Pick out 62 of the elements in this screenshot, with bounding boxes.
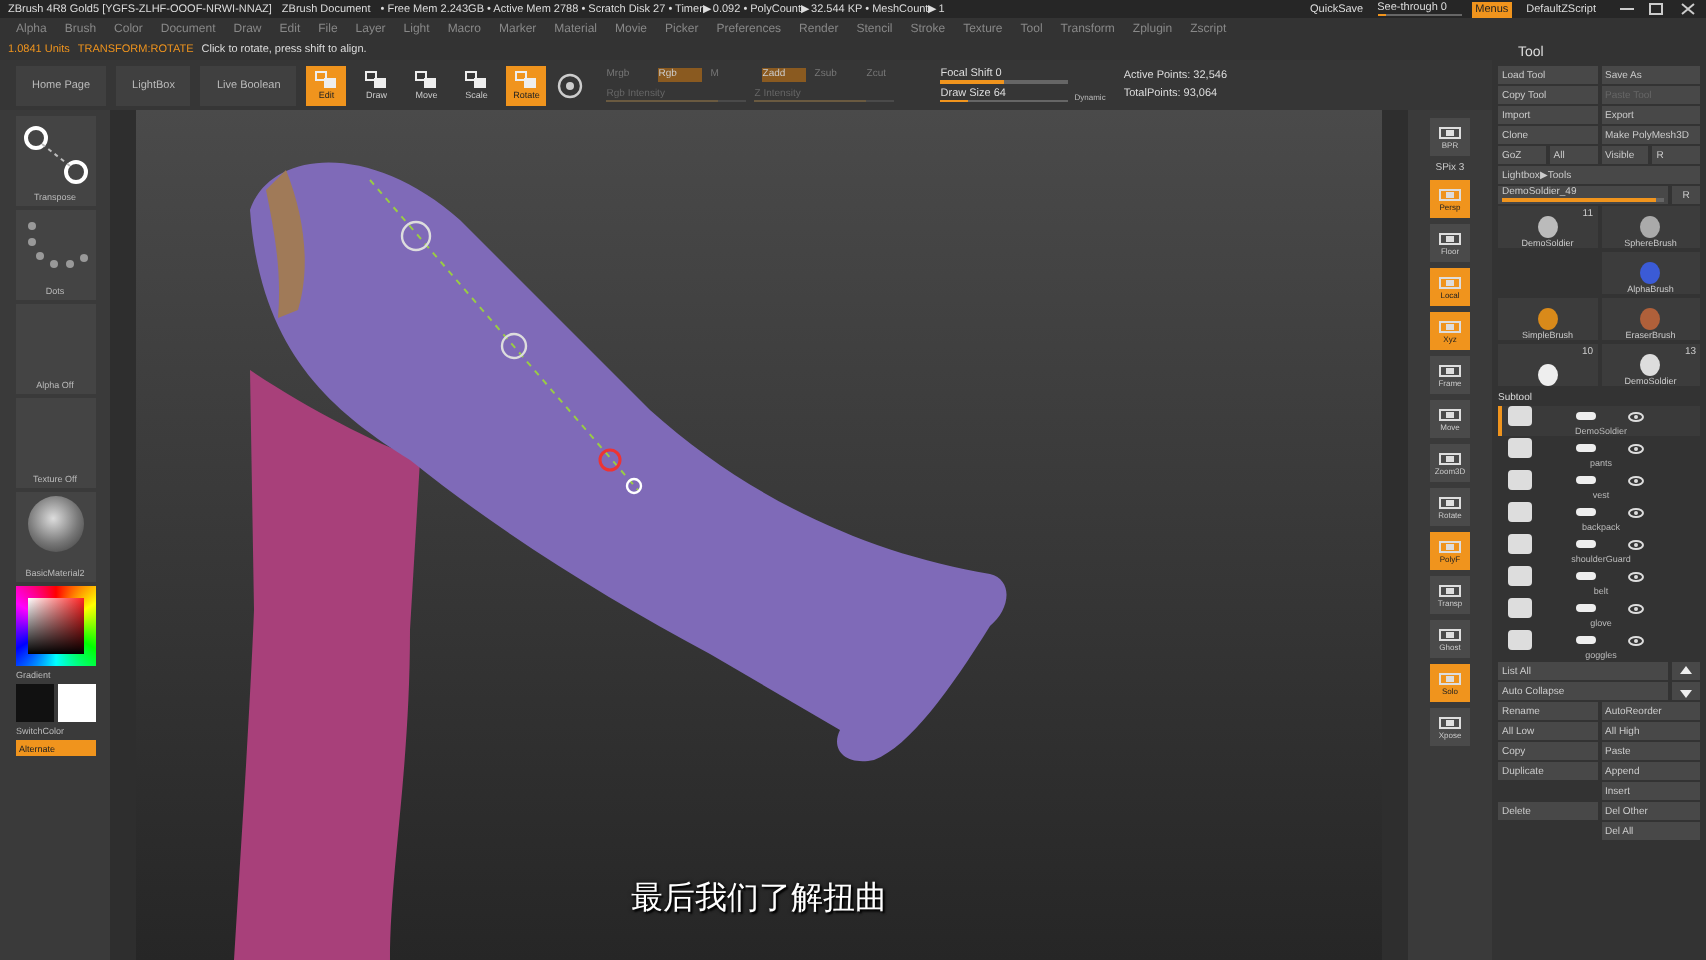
eye-icon[interactable] [1628, 475, 1644, 485]
material-sphere-icon [27, 496, 83, 552]
subtool-toggle-icon[interactable] [1576, 572, 1596, 580]
eye-icon[interactable] [1628, 539, 1644, 549]
tool-preview-icon [1537, 308, 1558, 330]
subtool-toggle-icon[interactable] [1576, 604, 1596, 612]
shelf-icon [1438, 539, 1462, 553]
tool-preview-icon [1640, 308, 1661, 330]
color-swatch[interactable] [57, 684, 95, 722]
shelf-icon [1438, 407, 1462, 421]
shelf-icon [1438, 451, 1462, 465]
tool-mode-icon [314, 70, 339, 90]
shelf-icon [1438, 319, 1462, 333]
shelf-icon [1438, 671, 1462, 685]
color-swatch[interactable] [15, 684, 53, 722]
subtool-toggle-icon[interactable] [1576, 412, 1596, 420]
eye-icon[interactable] [1628, 635, 1644, 645]
shelf-icon [1438, 187, 1462, 201]
subtitle-caption: 最后我们了解扭曲 [631, 878, 887, 920]
arrow-down-icon [1680, 685, 1692, 697]
eye-icon[interactable] [1628, 507, 1644, 517]
tool-mode-icon [514, 70, 539, 90]
subtool-thumbnail-icon [1508, 534, 1532, 554]
subtool-toggle-icon[interactable] [1576, 508, 1596, 516]
tool-preview-icon [1640, 354, 1661, 376]
tool-mode-icon [364, 70, 389, 90]
shelf-icon [1438, 495, 1462, 509]
panel-button[interactable] [1672, 682, 1700, 700]
gizmo-icon[interactable] [556, 71, 585, 99]
panel-button[interactable] [1672, 662, 1700, 680]
shelf-icon [1438, 231, 1462, 245]
subtool-thumbnail-icon [1508, 566, 1532, 586]
window-controls-icon[interactable] [1618, 2, 1698, 16]
subtool-thumbnail-icon [1508, 438, 1532, 458]
viewport[interactable]: 最后我们了解扭曲 [110, 110, 1408, 960]
subtool-thumbnail-icon [1508, 470, 1532, 490]
subtool-toggle-icon[interactable] [1576, 636, 1596, 644]
color-picker[interactable] [15, 586, 95, 666]
tool-mode-icon [414, 70, 439, 90]
shelf-icon [1438, 583, 1462, 597]
arrow-up-icon [1680, 665, 1692, 677]
subtool-thumbnail-icon [1508, 630, 1532, 650]
tool-preview-icon [1537, 364, 1558, 386]
shelf-icon [1438, 125, 1462, 139]
shelf-icon [1438, 627, 1462, 641]
tool-preview-icon [1640, 216, 1661, 238]
subtool-thumbnail-icon [1508, 502, 1532, 522]
tool-preview-icon [1537, 216, 1558, 238]
eye-icon[interactable] [1628, 411, 1644, 421]
eye-icon[interactable] [1628, 571, 1644, 581]
subtool-toggle-icon[interactable] [1576, 444, 1596, 452]
shelf-icon [1438, 363, 1462, 377]
tool-preview-icon [1640, 262, 1661, 284]
tool-mode-icon [464, 70, 489, 90]
subtool-toggle-icon[interactable] [1576, 540, 1596, 548]
subtool-thumbnail-icon [1508, 598, 1532, 618]
subtool-toggle-icon[interactable] [1576, 476, 1596, 484]
shelf-icon [1438, 275, 1462, 289]
subtool-thumbnail-icon [1508, 406, 1532, 426]
shelf-icon [1438, 715, 1462, 729]
eye-icon[interactable] [1628, 443, 1644, 453]
eye-icon[interactable] [1628, 603, 1644, 613]
